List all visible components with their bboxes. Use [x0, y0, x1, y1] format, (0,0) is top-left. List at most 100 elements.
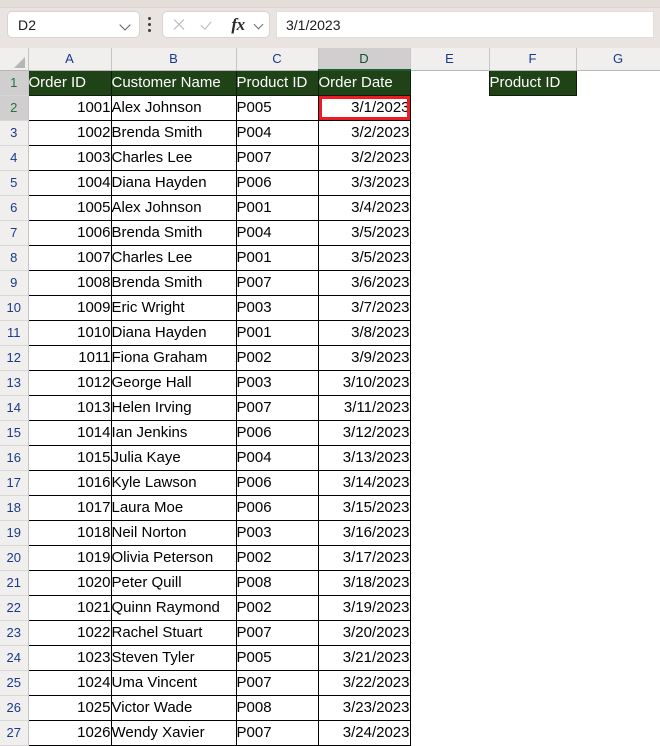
- row-header-27[interactable]: 27: [0, 720, 29, 746]
- cell-g3[interactable]: [576, 120, 660, 145]
- cell-b10[interactable]: Eric Wright: [110, 294, 237, 321]
- cell-g22[interactable]: [576, 595, 660, 620]
- column-header-e[interactable]: E: [410, 48, 490, 71]
- cell-b21[interactable]: Peter Quill: [110, 569, 237, 596]
- cell-a4[interactable]: 1003: [27, 144, 112, 171]
- cell-d17[interactable]: 3/14/2023: [317, 469, 411, 496]
- chevron-down-icon[interactable]: [253, 18, 267, 31]
- cell-e21[interactable]: [410, 570, 489, 595]
- cell-f6[interactable]: [489, 195, 576, 220]
- cell-f8[interactable]: [489, 245, 576, 270]
- row-header-22[interactable]: 22: [0, 595, 29, 621]
- cell-g19[interactable]: [576, 520, 660, 545]
- cell-f15[interactable]: [489, 420, 576, 445]
- cell-g1[interactable]: [576, 70, 660, 95]
- fx-insert-function-icon[interactable]: fx: [223, 12, 253, 37]
- cell-g4[interactable]: [576, 145, 660, 170]
- cell-c8[interactable]: P001: [235, 244, 319, 271]
- cell-d8[interactable]: 3/5/2023: [317, 244, 411, 271]
- cell-c7[interactable]: P004: [235, 219, 319, 246]
- chevron-down-icon[interactable]: [120, 18, 133, 31]
- cell-a19[interactable]: 1018: [27, 519, 112, 546]
- confirm-check-icon[interactable]: [193, 12, 223, 37]
- cell-g21[interactable]: [576, 570, 660, 595]
- cell-f17[interactable]: [489, 470, 576, 495]
- cell-c19[interactable]: P003: [235, 519, 319, 546]
- column-header-d[interactable]: D: [318, 48, 411, 71]
- cell-b11[interactable]: Diana Hayden: [110, 319, 237, 346]
- select-all-triangle-icon[interactable]: [0, 48, 29, 71]
- cell-d6[interactable]: 3/4/2023: [317, 194, 411, 221]
- row-header-1[interactable]: 1: [0, 70, 29, 96]
- cell-e16[interactable]: [410, 445, 489, 470]
- cell-d13[interactable]: 3/10/2023: [317, 369, 411, 396]
- cell-a24[interactable]: 1023: [27, 644, 112, 671]
- cell-g20[interactable]: [576, 545, 660, 570]
- cell-a17[interactable]: 1016: [27, 469, 112, 496]
- cell-f11[interactable]: [489, 320, 576, 345]
- cell-b3[interactable]: Brenda Smith: [110, 119, 237, 146]
- cell-b14[interactable]: Helen Irving: [110, 394, 237, 421]
- cell-c24[interactable]: P005: [235, 644, 319, 671]
- cell-f5[interactable]: [489, 170, 576, 195]
- cell-a8[interactable]: 1007: [27, 244, 112, 271]
- cell-a3[interactable]: 1002: [27, 119, 112, 146]
- cell-c5[interactable]: P006: [235, 169, 319, 196]
- cell-b26[interactable]: Victor Wade: [110, 694, 237, 721]
- formula-input[interactable]: 3/1/2023: [276, 11, 654, 38]
- row-header-8[interactable]: 8: [0, 245, 29, 271]
- cell-e23[interactable]: [410, 620, 489, 645]
- cell-f12[interactable]: [489, 345, 576, 370]
- cell-a14[interactable]: 1013: [27, 394, 112, 421]
- cell-c14[interactable]: P007: [235, 394, 319, 421]
- cell-b2[interactable]: Alex Johnson: [110, 94, 237, 121]
- cell-g14[interactable]: [576, 395, 660, 420]
- cell-c17[interactable]: P006: [235, 469, 319, 496]
- cell-f22[interactable]: [489, 595, 576, 620]
- cell-a9[interactable]: 1008: [27, 269, 112, 296]
- cell-d18[interactable]: 3/15/2023: [317, 494, 411, 521]
- column-header-f[interactable]: F: [489, 48, 577, 71]
- cell-b27[interactable]: Wendy Xavier: [110, 719, 237, 746]
- row-header-2[interactable]: 2: [0, 95, 29, 121]
- cell-a12[interactable]: 1011: [27, 344, 112, 371]
- cell-f18[interactable]: [489, 495, 576, 520]
- cell-a7[interactable]: 1006: [27, 219, 112, 246]
- cell-g8[interactable]: [576, 245, 660, 270]
- cell-b4[interactable]: Charles Lee: [110, 144, 237, 171]
- cell-e14[interactable]: [410, 395, 489, 420]
- cell-f7[interactable]: [489, 220, 576, 245]
- cell-d15[interactable]: 3/12/2023: [317, 419, 411, 446]
- cell-f4[interactable]: [489, 145, 576, 170]
- cell-a11[interactable]: 1010: [27, 319, 112, 346]
- column-header-g[interactable]: G: [576, 48, 660, 71]
- cell-b1[interactable]: Customer Name: [110, 69, 237, 96]
- row-header-3[interactable]: 3: [0, 120, 29, 146]
- column-header-c[interactable]: C: [236, 48, 319, 71]
- cell-c1[interactable]: Product ID: [235, 69, 319, 96]
- row-header-9[interactable]: 9: [0, 270, 29, 296]
- cell-e26[interactable]: [410, 695, 489, 720]
- row-header-4[interactable]: 4: [0, 145, 29, 171]
- cell-c27[interactable]: P007: [235, 719, 319, 746]
- cell-g13[interactable]: [576, 370, 660, 395]
- cell-c18[interactable]: P006: [235, 494, 319, 521]
- cell-g17[interactable]: [576, 470, 660, 495]
- cell-a27[interactable]: 1026: [27, 719, 112, 746]
- cell-c23[interactable]: P007: [235, 619, 319, 646]
- cell-e7[interactable]: [410, 220, 489, 245]
- cell-f27[interactable]: [489, 720, 576, 745]
- cell-e4[interactable]: [410, 145, 489, 170]
- cell-b24[interactable]: Steven Tyler: [110, 644, 237, 671]
- cell-f14[interactable]: [489, 395, 576, 420]
- cell-a22[interactable]: 1021: [27, 594, 112, 621]
- cell-g5[interactable]: [576, 170, 660, 195]
- cell-c9[interactable]: P007: [235, 269, 319, 296]
- more-options-icon[interactable]: [148, 17, 152, 33]
- cell-f21[interactable]: [489, 570, 576, 595]
- cell-a6[interactable]: 1005: [27, 194, 112, 221]
- cell-f16[interactable]: [489, 445, 576, 470]
- cell-f2[interactable]: [489, 95, 576, 120]
- cell-e10[interactable]: [410, 295, 489, 320]
- cell-e9[interactable]: [410, 270, 489, 295]
